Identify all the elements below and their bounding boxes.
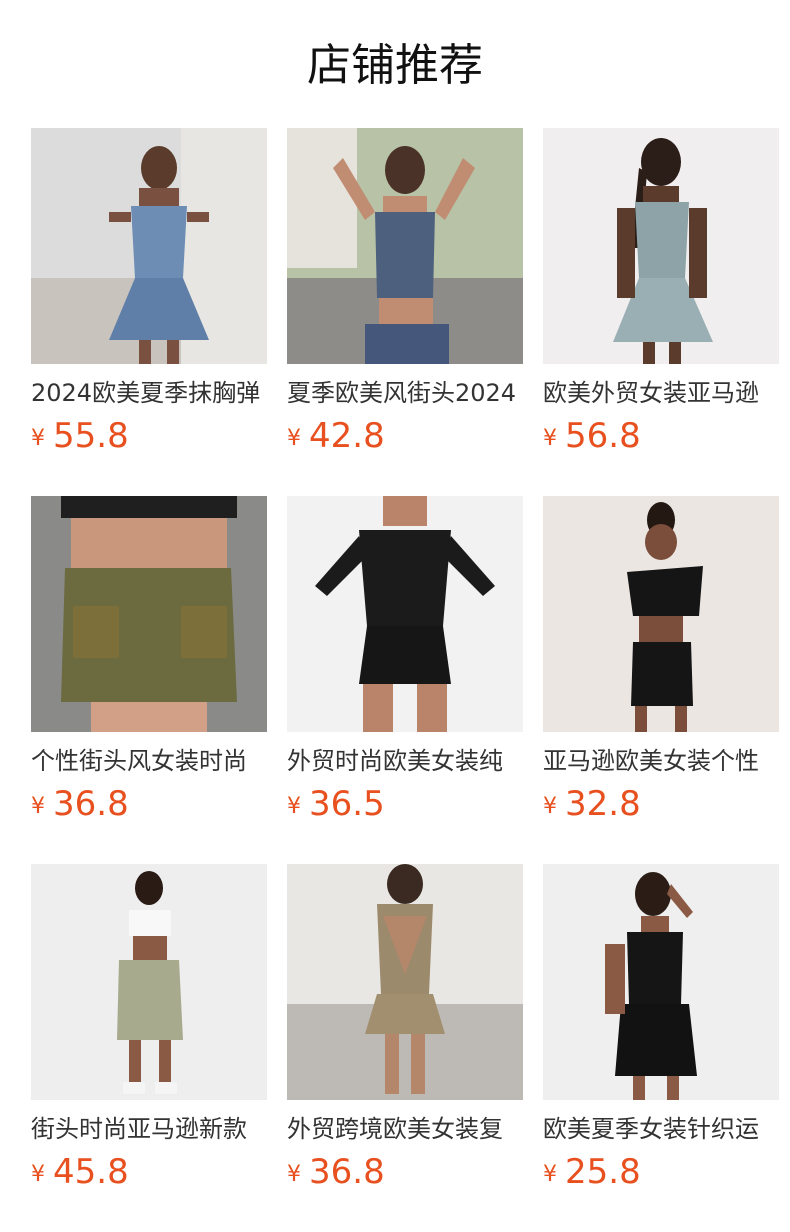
currency-symbol: ¥: [287, 794, 301, 819]
product-name[interactable]: 亚马逊欧美女装个性: [543, 746, 779, 778]
product-card[interactable]: 2024欧美夏季抹胸弹 ¥55.8: [31, 128, 267, 468]
product-image[interactable]: [543, 864, 779, 1100]
product-price: ¥36.8: [31, 782, 129, 826]
page-title: 店铺推荐: [307, 40, 483, 91]
product-card[interactable]: 亚马逊欧美女装个性 ¥32.8: [543, 496, 779, 836]
product-name[interactable]: 外贸跨境欧美女装复: [287, 1114, 523, 1146]
product-image[interactable]: [287, 864, 523, 1100]
product-price: ¥36.5: [287, 782, 385, 826]
product-photo: [287, 496, 523, 732]
product-photo: [287, 128, 523, 364]
product-image[interactable]: [287, 128, 523, 364]
product-card[interactable]: 夏季欧美风街头2024 ¥42.8: [287, 128, 523, 468]
product-photo: [31, 864, 267, 1100]
product-price: ¥45.8: [31, 1150, 129, 1194]
product-name[interactable]: 个性街头风女装时尚: [31, 746, 267, 778]
product-card[interactable]: 外贸时尚欧美女装纯 ¥36.5: [287, 496, 523, 836]
product-card[interactable]: 外贸跨境欧美女装复 ¥36.8: [287, 864, 523, 1204]
product-name[interactable]: 2024欧美夏季抹胸弹: [31, 378, 267, 410]
price-value: 56.8: [565, 416, 641, 456]
price-value: 36.8: [309, 1152, 385, 1192]
product-image[interactable]: [31, 496, 267, 732]
currency-symbol: ¥: [287, 1162, 301, 1187]
product-image[interactable]: [543, 128, 779, 364]
product-price: ¥36.8: [287, 1150, 385, 1194]
product-name[interactable]: 夏季欧美风街头2024: [287, 378, 523, 410]
product-photo: [543, 128, 779, 364]
product-card[interactable]: 欧美夏季女装针织运 ¥25.8: [543, 864, 779, 1204]
product-name[interactable]: 街头时尚亚马逊新款: [31, 1114, 267, 1146]
product-price: ¥42.8: [287, 414, 385, 458]
price-value: 36.5: [309, 784, 385, 824]
price-value: 32.8: [565, 784, 641, 824]
price-value: 55.8: [53, 416, 129, 456]
product-photo: [31, 128, 267, 364]
product-name[interactable]: 欧美夏季女装针织运: [543, 1114, 779, 1146]
price-value: 25.8: [565, 1152, 641, 1192]
product-image[interactable]: [31, 128, 267, 364]
price-value: 45.8: [53, 1152, 129, 1192]
product-photo: [543, 864, 779, 1100]
product-card[interactable]: 个性街头风女装时尚 ¥36.8: [31, 496, 267, 836]
product-image[interactable]: [543, 496, 779, 732]
price-value: 36.8: [53, 784, 129, 824]
currency-symbol: ¥: [31, 426, 45, 451]
product-image[interactable]: [287, 496, 523, 732]
product-photo: [287, 864, 523, 1100]
product-photo: [31, 496, 267, 732]
currency-symbol: ¥: [543, 794, 557, 819]
currency-symbol: ¥: [287, 426, 301, 451]
product-name[interactable]: 欧美外贸女装亚马逊: [543, 378, 779, 410]
currency-symbol: ¥: [543, 1162, 557, 1187]
product-price: ¥25.8: [543, 1150, 641, 1194]
currency-symbol: ¥: [31, 794, 45, 819]
product-photo: [543, 496, 779, 732]
product-price: ¥56.8: [543, 414, 641, 458]
product-price: ¥55.8: [31, 414, 129, 458]
price-value: 42.8: [309, 416, 385, 456]
product-card[interactable]: 街头时尚亚马逊新款 ¥45.8: [31, 864, 267, 1204]
product-price: ¥32.8: [543, 782, 641, 826]
product-name[interactable]: 外贸时尚欧美女装纯: [287, 746, 523, 778]
product-card[interactable]: 欧美外贸女装亚马逊 ¥56.8: [543, 128, 779, 468]
product-image[interactable]: [31, 864, 267, 1100]
currency-symbol: ¥: [31, 1162, 45, 1187]
currency-symbol: ¥: [543, 426, 557, 451]
